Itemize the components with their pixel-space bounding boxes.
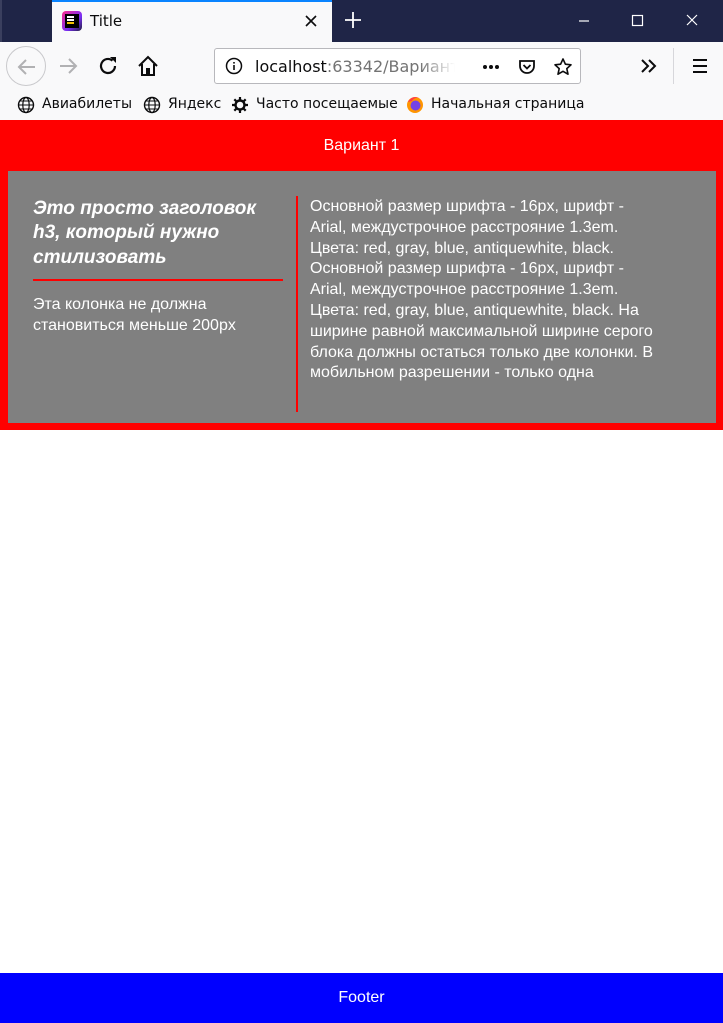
tab-title: Title [90, 12, 123, 30]
toolbar-separator [673, 48, 674, 84]
window-titlebar: Title [0, 0, 723, 42]
page-actions-icon[interactable] [481, 57, 501, 77]
bookmarks-toolbar: Авиабилеты Яндекс Часто посещаемые Начал… [0, 90, 723, 120]
globe-icon [17, 96, 35, 114]
reload-icon[interactable] [96, 54, 120, 78]
page-footer: Footer [0, 973, 723, 1023]
bookmark-label: Часто посещаемые [256, 96, 398, 112]
home-icon[interactable] [136, 54, 160, 78]
column-divider [296, 196, 298, 412]
overflow-chevron-icon[interactable] [637, 54, 661, 78]
minimize-icon[interactable] [561, 0, 607, 42]
menu-icon[interactable] [688, 54, 712, 78]
bookmark-item[interactable]: Начальная страница [406, 94, 586, 116]
back-arrow-icon [17, 59, 35, 75]
tab-close-icon[interactable] [302, 12, 320, 30]
page-header: Вариант 1 [0, 120, 723, 171]
titlebar-edge [0, 0, 2, 42]
bookmark-star-icon[interactable] [553, 57, 573, 77]
content-block: Это просто заголовок h3, который нужно с… [8, 171, 716, 423]
bookmark-item[interactable]: Яндекс [143, 94, 223, 116]
bookmark-item[interactable]: Авиабилеты [17, 94, 132, 116]
back-button[interactable] [6, 46, 46, 86]
new-tab-icon[interactable] [343, 10, 363, 30]
left-column: Это просто заголовок h3, который нужно с… [33, 197, 283, 337]
navigation-toolbar: localhost:63342/Вариант [0, 42, 723, 90]
bookmark-item[interactable]: Часто посещаемые [231, 94, 401, 116]
right-column-text: Основной размер шрифта - 16px, шрифт - A… [310, 198, 653, 382]
tab-active[interactable]: Title [52, 0, 332, 42]
column-heading: Это просто заголовок h3, который нужно с… [33, 198, 257, 268]
bookmark-label: Начальная страница [431, 96, 585, 112]
phpstorm-eap-icon [62, 11, 82, 31]
left-column-text: Эта колонка не должна становиться меньше… [33, 295, 236, 334]
firefox-icon [407, 97, 423, 113]
url-fade [420, 53, 455, 79]
bookmark-label: Яндекс [168, 96, 222, 112]
pocket-icon[interactable] [517, 57, 537, 77]
heading-divider [33, 278, 283, 281]
bookmark-label: Авиабилеты [42, 96, 133, 112]
page-viewport: Вариант 1 Это просто заголовок h3, котор… [0, 120, 723, 1023]
address-bar[interactable]: localhost:63342/Вариант [214, 48, 581, 84]
info-icon[interactable] [225, 57, 243, 75]
url-host: localhost [255, 57, 327, 76]
content-wrapper: Это просто заголовок h3, который нужно с… [0, 171, 723, 430]
gear-icon [232, 97, 248, 113]
window-close-icon[interactable] [668, 0, 714, 42]
forward-arrow-icon[interactable] [56, 54, 80, 78]
maximize-icon[interactable] [614, 0, 660, 42]
globe-icon [143, 96, 161, 114]
